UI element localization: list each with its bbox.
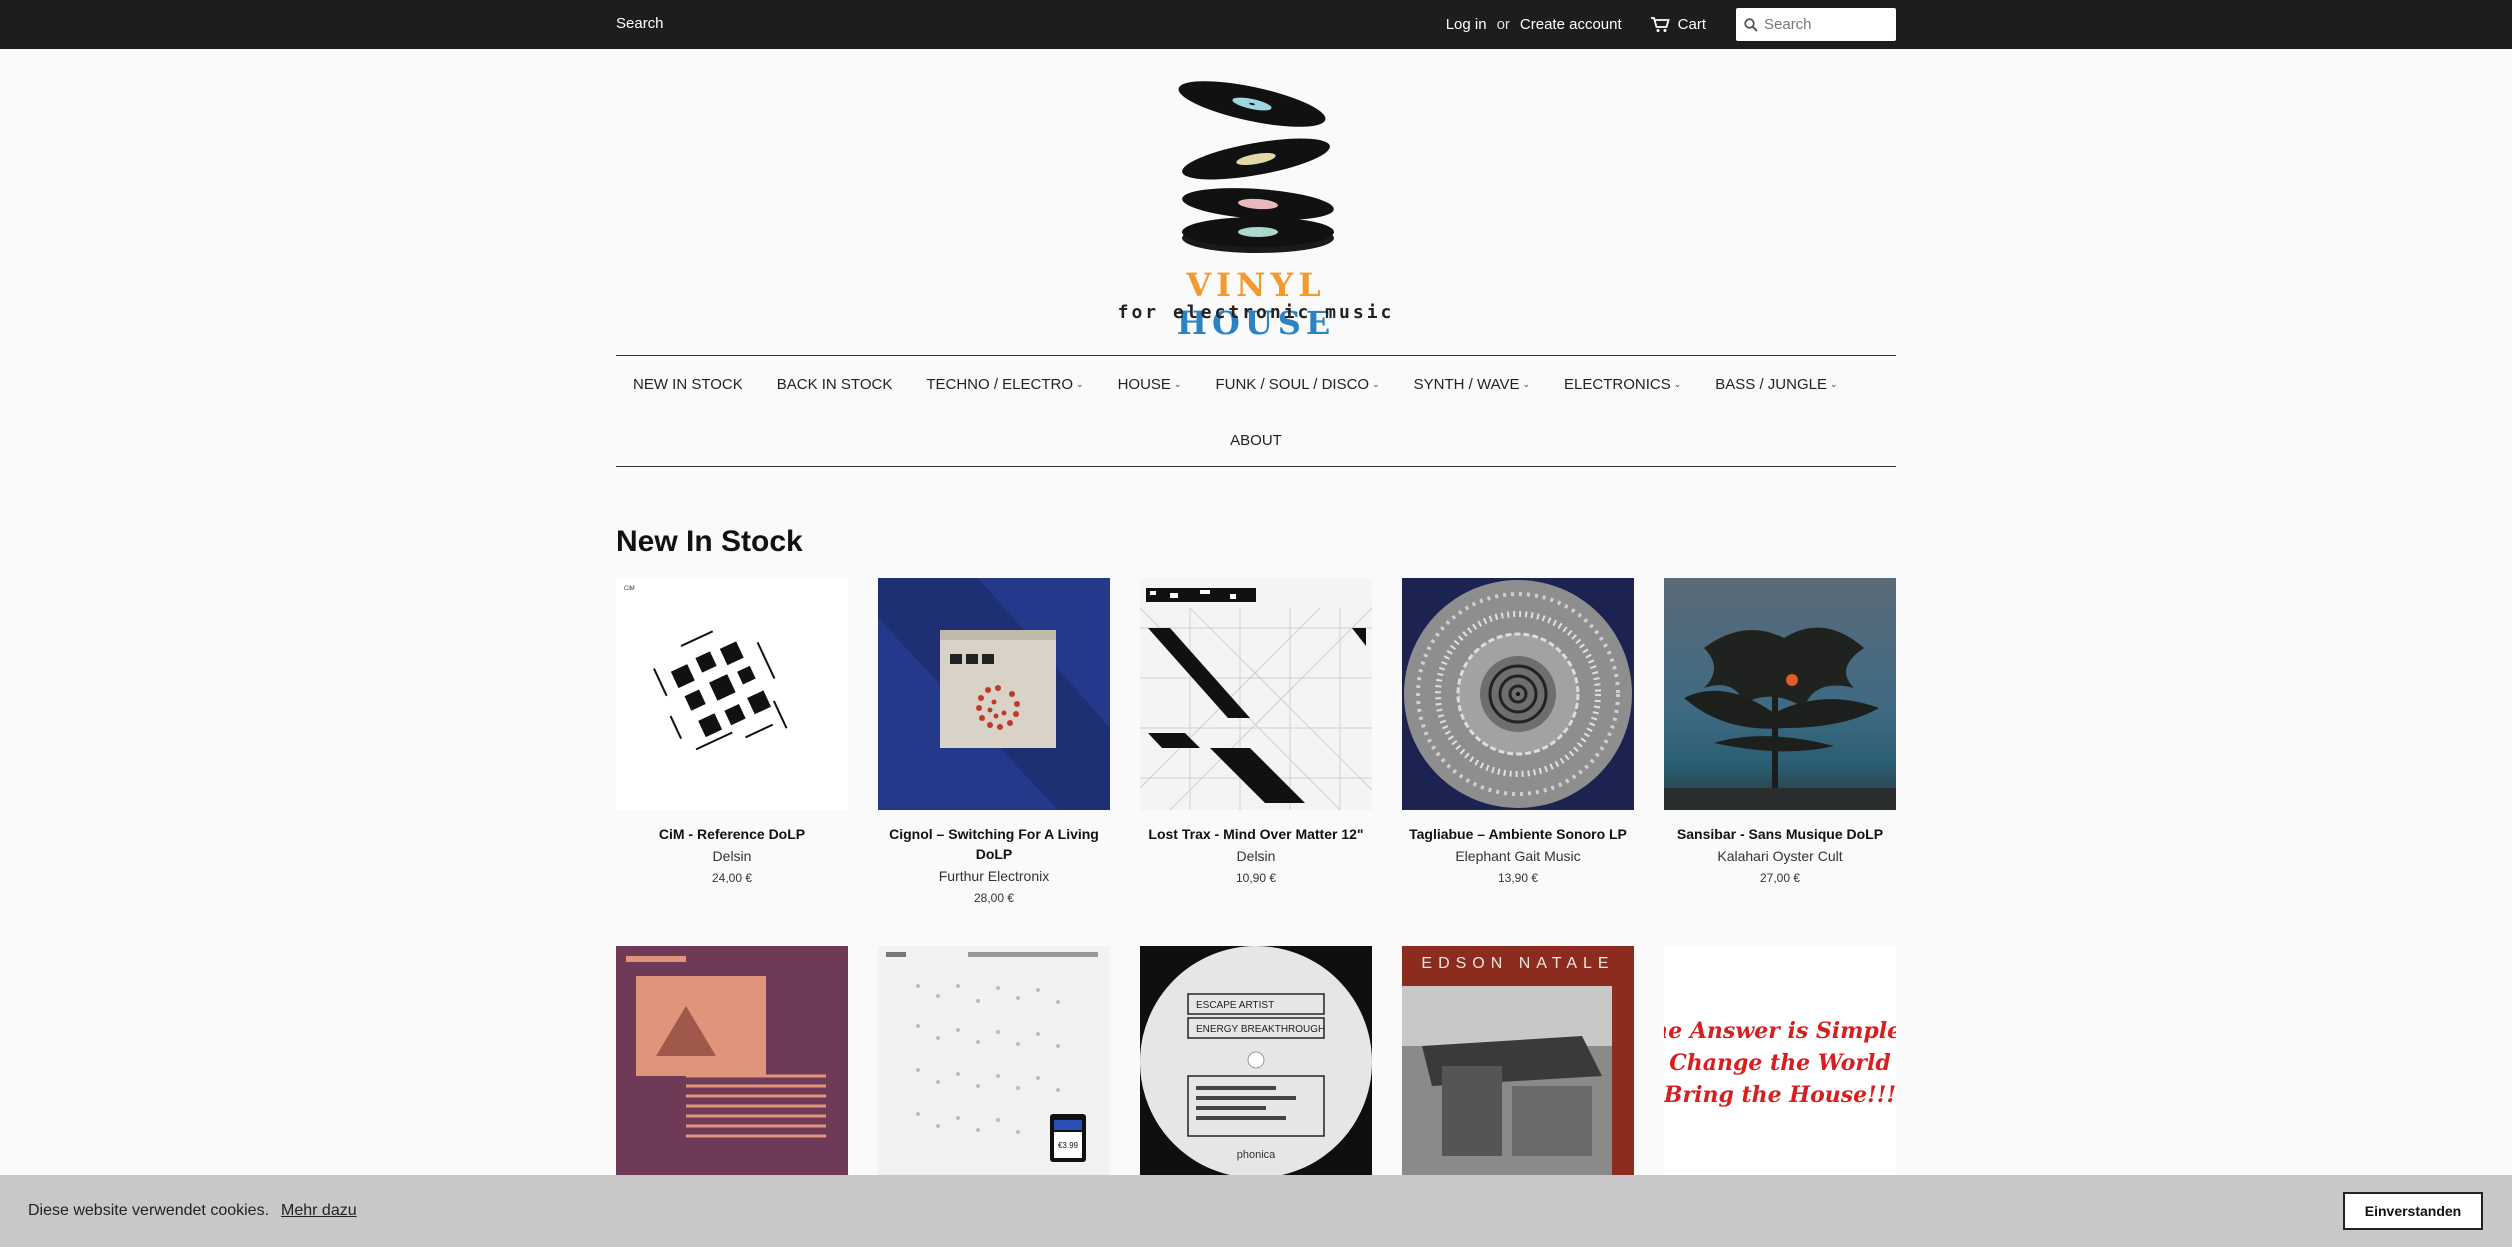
product-price: 28,00 € [973,891,1015,905]
product-title[interactable]: Cignol – Switching For A Living DoLP [878,824,1110,864]
product-title[interactable]: Sansibar - Sans Musique DoLP [1664,824,1896,844]
product-title[interactable]: Lost Trax - Mind Over Matter 12" [1140,824,1372,844]
page-title: New In Stock [616,525,803,558]
cart-icon [1650,16,1670,32]
product-vendor: Elephant Gait Music [1455,848,1581,864]
nav-row-2: ABOUT [616,412,1896,468]
or-text: or [1496,16,1510,33]
product-price: 27,00 € [1759,871,1801,885]
search-icon [1744,17,1758,32]
cookie-more-link[interactable]: Mehr dazu [281,1202,357,1220]
product-image: The Answer is Simple... Change the World… [1664,946,1896,1178]
product-price: 10,90 € [1235,871,1277,885]
product-image [1664,578,1896,810]
cookie-accept-button[interactable]: Einverstanden [2343,1192,2483,1230]
product-image [1140,578,1372,810]
product-image: CiM [616,578,848,810]
price-sticker-text: €3.99 [1058,1141,1079,1150]
nav-item-synth-wave[interactable]: SYNTH / WAVE ⌄ [1414,376,1530,393]
chevron-down-icon: ⌄ [1076,378,1084,389]
chevron-down-icon: ⌄ [1522,378,1531,389]
chevron-down-icon: ⌄ [1673,378,1682,389]
nav-item-label: BACK IN STOCK [776,375,893,393]
nav-item-label: ELECTRONICS [1564,375,1671,393]
nav-item-label: FUNK / SOUL / DISCO [1215,375,1370,393]
cart-link[interactable]: Cart [1650,16,1706,33]
nav-item-label: NEW IN STOCK [633,375,743,393]
product-image: ESCAPE ARTIST ENERGY BREAKTHROUGH phonic… [1140,946,1372,1178]
product-card[interactable]: €3.99 [878,946,1110,1178]
nav-item-label: TECHNO / ELECTRO [926,375,1074,393]
product-image [1402,578,1634,810]
nav-row: NEW IN STOCK BACK IN STOCK TECHNO / ELECTR… [616,356,1896,412]
product-price: 13,90 € [1497,871,1539,885]
product-card[interactable]: Cignol – Switching For A Living DoLP Fur… [878,578,1110,905]
cart-label: Cart [1677,16,1706,33]
product-image: €3.99 [878,946,1110,1178]
nav-item-funk-soul-disco[interactable]: FUNK / SOUL / DISCO ⌄ [1215,376,1379,393]
edson-natale-title: EDSON NATALE [1421,955,1614,972]
chevron-down-icon: ⌄ [1173,378,1182,389]
search-link[interactable]: Search [616,15,664,32]
nav-item-about[interactable]: ABOUT [1230,432,1282,449]
product-card[interactable]: Tagliabue – Ambiente Sonoro LP Elephant … [1402,578,1634,885]
escape-label-text: phonica [1237,1149,1276,1161]
nav-item-techno-electro[interactable]: TECHNO / ELECTRO ⌄ [926,376,1083,393]
account-area: Log in or Create account Cart [1446,8,1896,41]
nav-item-new-in-stock[interactable]: NEW IN STOCK [633,376,743,393]
product-vendor: Kalahari Oyster Cult [1717,848,1843,864]
product-card[interactable]: Sansibar - Sans Musique DoLP Kalahari Oy… [1664,578,1896,885]
answer-line-2: Change the World [1669,1050,1891,1076]
product-vendor: Delsin [712,848,752,864]
nav-item-label: HOUSE [1117,375,1171,393]
product-image: EDSON NATALE [1402,946,1634,1178]
product-card[interactable]: CiM CiM - Reference DoLP Delsin 24,00 € [616,578,848,885]
nav-item-label: BASS / JUNGLE [1715,375,1827,393]
product-card[interactable]: The Answer is Simple... Change the World… [1664,946,1896,1178]
product-title[interactable]: CiM - Reference DoLP [616,824,848,844]
product-vendor: Delsin [1236,848,1276,864]
product-price: 24,00 € [711,871,753,885]
cookie-message: Diese website verwendet cookies. [28,1202,270,1219]
chevron-down-icon: ⌄ [1372,378,1380,389]
product-image [878,578,1110,810]
main-nav: NEW IN STOCK BACK IN STOCK TECHNO / ELECTR… [616,355,1896,467]
logo-word-vinyl: VINYL [1186,266,1326,304]
cookie-banner: Diese website verwendet cookies. Mehr da… [0,1175,2512,1247]
top-bar: Search Log in or Create account Cart [0,0,2512,49]
nav-item-bass-jungle[interactable]: BASS / JUNGLE ⌄ [1715,376,1837,393]
answer-line-3: Bring the House!!! [1664,1082,1896,1108]
product-card[interactable] [616,946,848,1178]
nav-item-electronics[interactable]: ELECTRONICS ⌄ [1564,376,1681,393]
create-account-link[interactable]: Create account [1520,16,1622,33]
vinyl-stack-logo-image [1178,81,1334,253]
product-card[interactable]: Lost Trax - Mind Over Matter 12" Delsin … [1140,578,1372,885]
escape-artist-line-2: ENERGY BREAKTHROUGH [1196,1024,1325,1035]
product-title[interactable]: Tagliabue – Ambiente Sonoro LP [1402,824,1634,844]
svg-text:CiM: CiM [624,586,635,592]
search-input[interactable] [1764,16,1884,33]
escape-artist-line-1: ESCAPE ARTIST [1196,1000,1274,1011]
nav-item-back-in-stock[interactable]: BACK IN STOCK [777,376,893,393]
product-image [616,946,848,1178]
login-link[interactable]: Log in [1446,16,1487,33]
answer-line-1: The Answer is Simple... [1664,1018,1896,1044]
product-vendor: Furthur Electronix [938,868,1050,884]
search-field[interactable] [1736,8,1896,41]
nav-item-label: SYNTH / WAVE [1413,375,1520,393]
logo-tagline: for electronic music [1117,302,1395,323]
product-card[interactable]: EDSON NATALE [1402,946,1634,1178]
chevron-down-icon: ⌄ [1829,378,1838,389]
product-card[interactable]: ESCAPE ARTIST ENERGY BREAKTHROUGH phonic… [1140,946,1372,1178]
nav-item-house[interactable]: HOUSE ⌄ [1118,376,1182,393]
